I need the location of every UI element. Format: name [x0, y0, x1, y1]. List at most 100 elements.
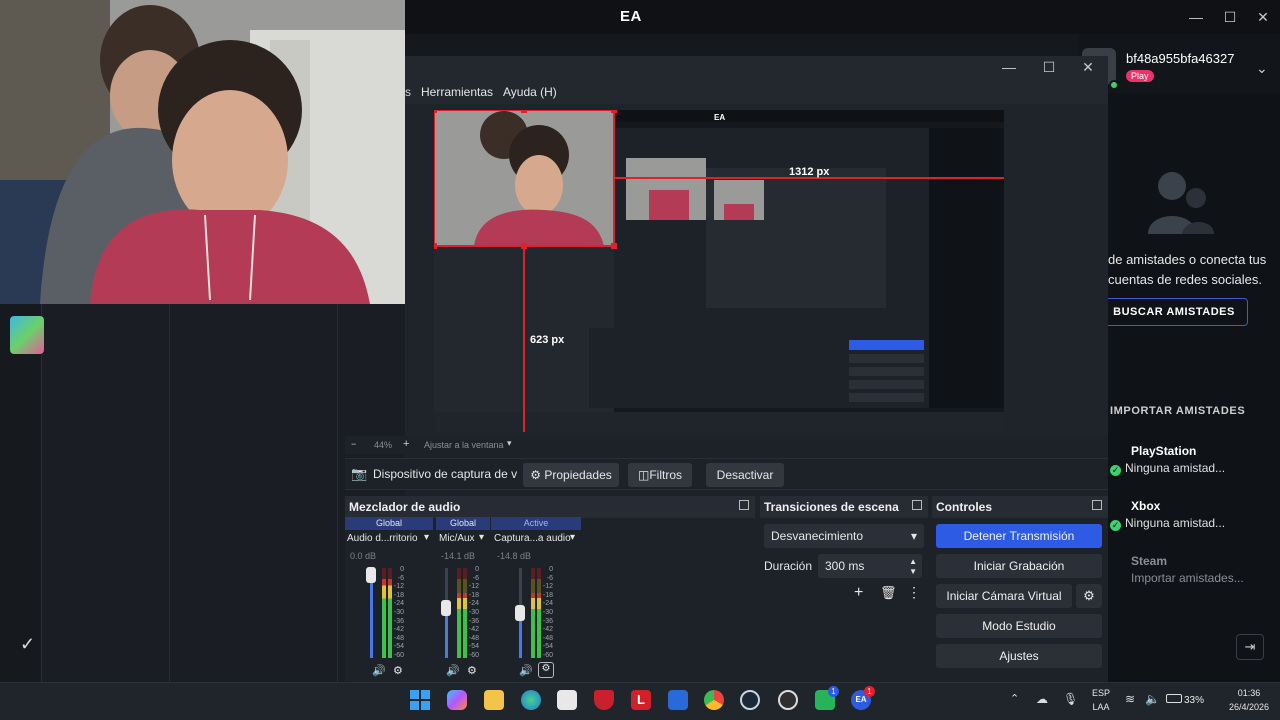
speaker-icon[interactable]: 🔊	[372, 664, 386, 677]
windows-start-icon[interactable]	[410, 690, 430, 710]
clock-date[interactable]: 26/4/2026	[1222, 702, 1276, 712]
wifi-icon[interactable]: ≋	[1125, 692, 1135, 706]
chevron-up-icon[interactable]: ⌃	[1010, 692, 1019, 705]
duration-label: Duración	[764, 559, 813, 573]
add-icon[interactable]: +	[854, 584, 863, 602]
camera-icon: 📷	[351, 466, 368, 481]
language-bottom[interactable]: LAA	[1089, 702, 1113, 712]
settings-icon[interactable]: ⚙	[467, 664, 477, 677]
chevron-down-icon[interactable]: ▾	[570, 532, 575, 543]
battery-icon[interactable]	[1166, 694, 1182, 703]
virtual-camera-button[interactable]: Iniciar Cámara Virtual	[936, 584, 1072, 608]
maximize-icon[interactable]: ☐	[1038, 56, 1060, 78]
import-playstation[interactable]: PlayStation ✓ Ninguna amistad...	[1110, 444, 1280, 476]
sims-game-icon[interactable]	[10, 316, 44, 354]
microphone-icon[interactable]: 🎙	[1063, 692, 1078, 706]
settings-icon[interactable]: ⚙	[538, 662, 554, 678]
meter-scale-tick: 0	[400, 566, 404, 573]
zoom-in-button[interactable]: +	[403, 438, 409, 450]
volume-fader-handle[interactable]	[515, 605, 525, 621]
meter-scale-tick: -24	[542, 600, 553, 608]
close-icon[interactable]: ✕	[1252, 6, 1274, 28]
minimize-icon[interactable]: —	[998, 56, 1020, 78]
deactivate-button[interactable]: Desactivar	[706, 463, 784, 487]
meter-scale-tick: -60	[542, 651, 553, 659]
filter-icon: ◫	[637, 468, 650, 482]
studio-mode-button[interactable]: Modo Estudio	[936, 614, 1102, 638]
mixer-channel-mode: Active	[491, 517, 581, 530]
chevron-down-icon[interactable]: ▾	[507, 438, 512, 449]
check-icon: ✓	[1110, 465, 1121, 476]
duration-input[interactable]: 300 ms ▲ ▼	[818, 554, 922, 578]
audio-meter-level	[531, 593, 535, 658]
start-recording-button[interactable]: Iniciar Grabación	[936, 554, 1102, 578]
stop-stream-button[interactable]: Detener Transmisión	[936, 524, 1102, 548]
language-top[interactable]: ESP	[1089, 688, 1113, 698]
preview-canvas[interactable]: EA 1312 px 623 px	[434, 110, 1004, 432]
float-dock-icon[interactable]	[1092, 500, 1102, 510]
meter-scale-tick: -18	[542, 591, 553, 599]
file-explorer-icon[interactable]	[484, 690, 504, 710]
chevron-down-icon[interactable]: ▼	[909, 560, 917, 584]
ea-username[interactable]: bf48a955bfa46327	[1126, 51, 1234, 66]
chevron-down-icon[interactable]: ▾	[424, 532, 429, 543]
copilot-icon[interactable]	[447, 690, 467, 710]
audio-meter-level	[457, 593, 461, 658]
meter-scale-tick: -18	[393, 591, 404, 599]
meter-scale-tick: -24	[468, 600, 479, 608]
dock-title: Transiciones de escena	[760, 496, 928, 518]
store-icon[interactable]	[557, 690, 577, 710]
outlook-icon[interactable]	[668, 690, 688, 710]
volume-fader-handle[interactable]	[366, 567, 376, 583]
gear-icon[interactable]: ⚙	[1076, 584, 1102, 608]
meter-scale-tick: -42	[468, 626, 479, 634]
menu-help[interactable]: Ayuda (H)	[503, 85, 557, 99]
meter-scale: 0 -6 -12 -18 -24 -30 -36 -42 -48 -54 -60	[541, 566, 553, 661]
search-friends-button[interactable]: BUSCAR AMISTADES	[1100, 298, 1248, 326]
settings-button[interactable]: Ajustes	[936, 644, 1102, 668]
float-dock-icon[interactable]	[739, 500, 749, 510]
menu-fragment[interactable]: s	[405, 85, 411, 99]
mcafee-icon[interactable]	[594, 690, 614, 710]
obs-icon[interactable]	[778, 690, 798, 710]
logout-icon[interactable]: ⇥	[1236, 634, 1264, 660]
import-name: PlayStation	[1131, 444, 1197, 458]
chrome-icon[interactable]	[704, 690, 724, 710]
close-icon[interactable]: ✕	[1077, 56, 1099, 78]
chevron-down-icon[interactable]: ⌄	[1256, 60, 1268, 77]
maximize-icon[interactable]: ☐	[1219, 6, 1241, 28]
import-xbox[interactable]: Xbox ✓ Ninguna amistad...	[1110, 499, 1280, 531]
speaker-icon[interactable]: 🔊	[519, 664, 533, 677]
volume-fader-handle[interactable]	[441, 600, 451, 616]
meter-scale-tick: -18	[468, 591, 479, 599]
cloud-icon[interactable]: ☁	[1036, 692, 1048, 706]
steam-icon[interactable]	[740, 690, 760, 710]
edge-icon[interactable]	[521, 690, 541, 710]
zoom-out-button[interactable]: −	[351, 439, 356, 449]
chevron-down-icon[interactable]: ▾	[479, 532, 484, 543]
minimize-icon[interactable]: —	[1185, 6, 1207, 28]
volume-icon[interactable]: 🔈	[1145, 692, 1160, 706]
meter-scale: 0 -6 -12 -18 -24 -30 -36 -42 -48 -54 -60	[392, 566, 404, 661]
settings-icon[interactable]: ⚙	[393, 664, 403, 677]
source-toolbar: 📷 Dispositivo de captura de v ⚙ Propieda…	[345, 458, 1108, 490]
fit-to-window[interactable]: Ajustar a la ventana	[424, 440, 504, 450]
speaker-icon[interactable]: 🔊	[446, 664, 460, 677]
filters-button[interactable]: ◫Filtros	[628, 463, 692, 487]
check-icon[interactable]: ✓	[20, 634, 35, 655]
menu-tools[interactable]: Herramientas	[421, 85, 493, 99]
gear-icon: ⚙	[530, 468, 542, 482]
meter-scale-tick: -24	[393, 600, 404, 608]
float-dock-icon[interactable]	[912, 500, 922, 510]
audio-meter-level	[382, 579, 386, 658]
import-steam[interactable]: Steam Importar amistades...	[1110, 554, 1280, 585]
preview-inner-title: EA	[714, 113, 725, 122]
clock-time[interactable]: 01:36	[1226, 688, 1272, 698]
trash-icon[interactable]: 🗑	[880, 585, 897, 601]
properties-button[interactable]: ⚙ Propiedades	[523, 463, 619, 487]
lenovo-icon[interactable]: L	[631, 690, 651, 710]
import-name: Steam	[1131, 554, 1168, 568]
transition-select[interactable]: Desvanecimiento ▾	[764, 524, 924, 548]
ea-left-column	[170, 304, 338, 682]
more-icon[interactable]: ⋮	[907, 584, 921, 601]
